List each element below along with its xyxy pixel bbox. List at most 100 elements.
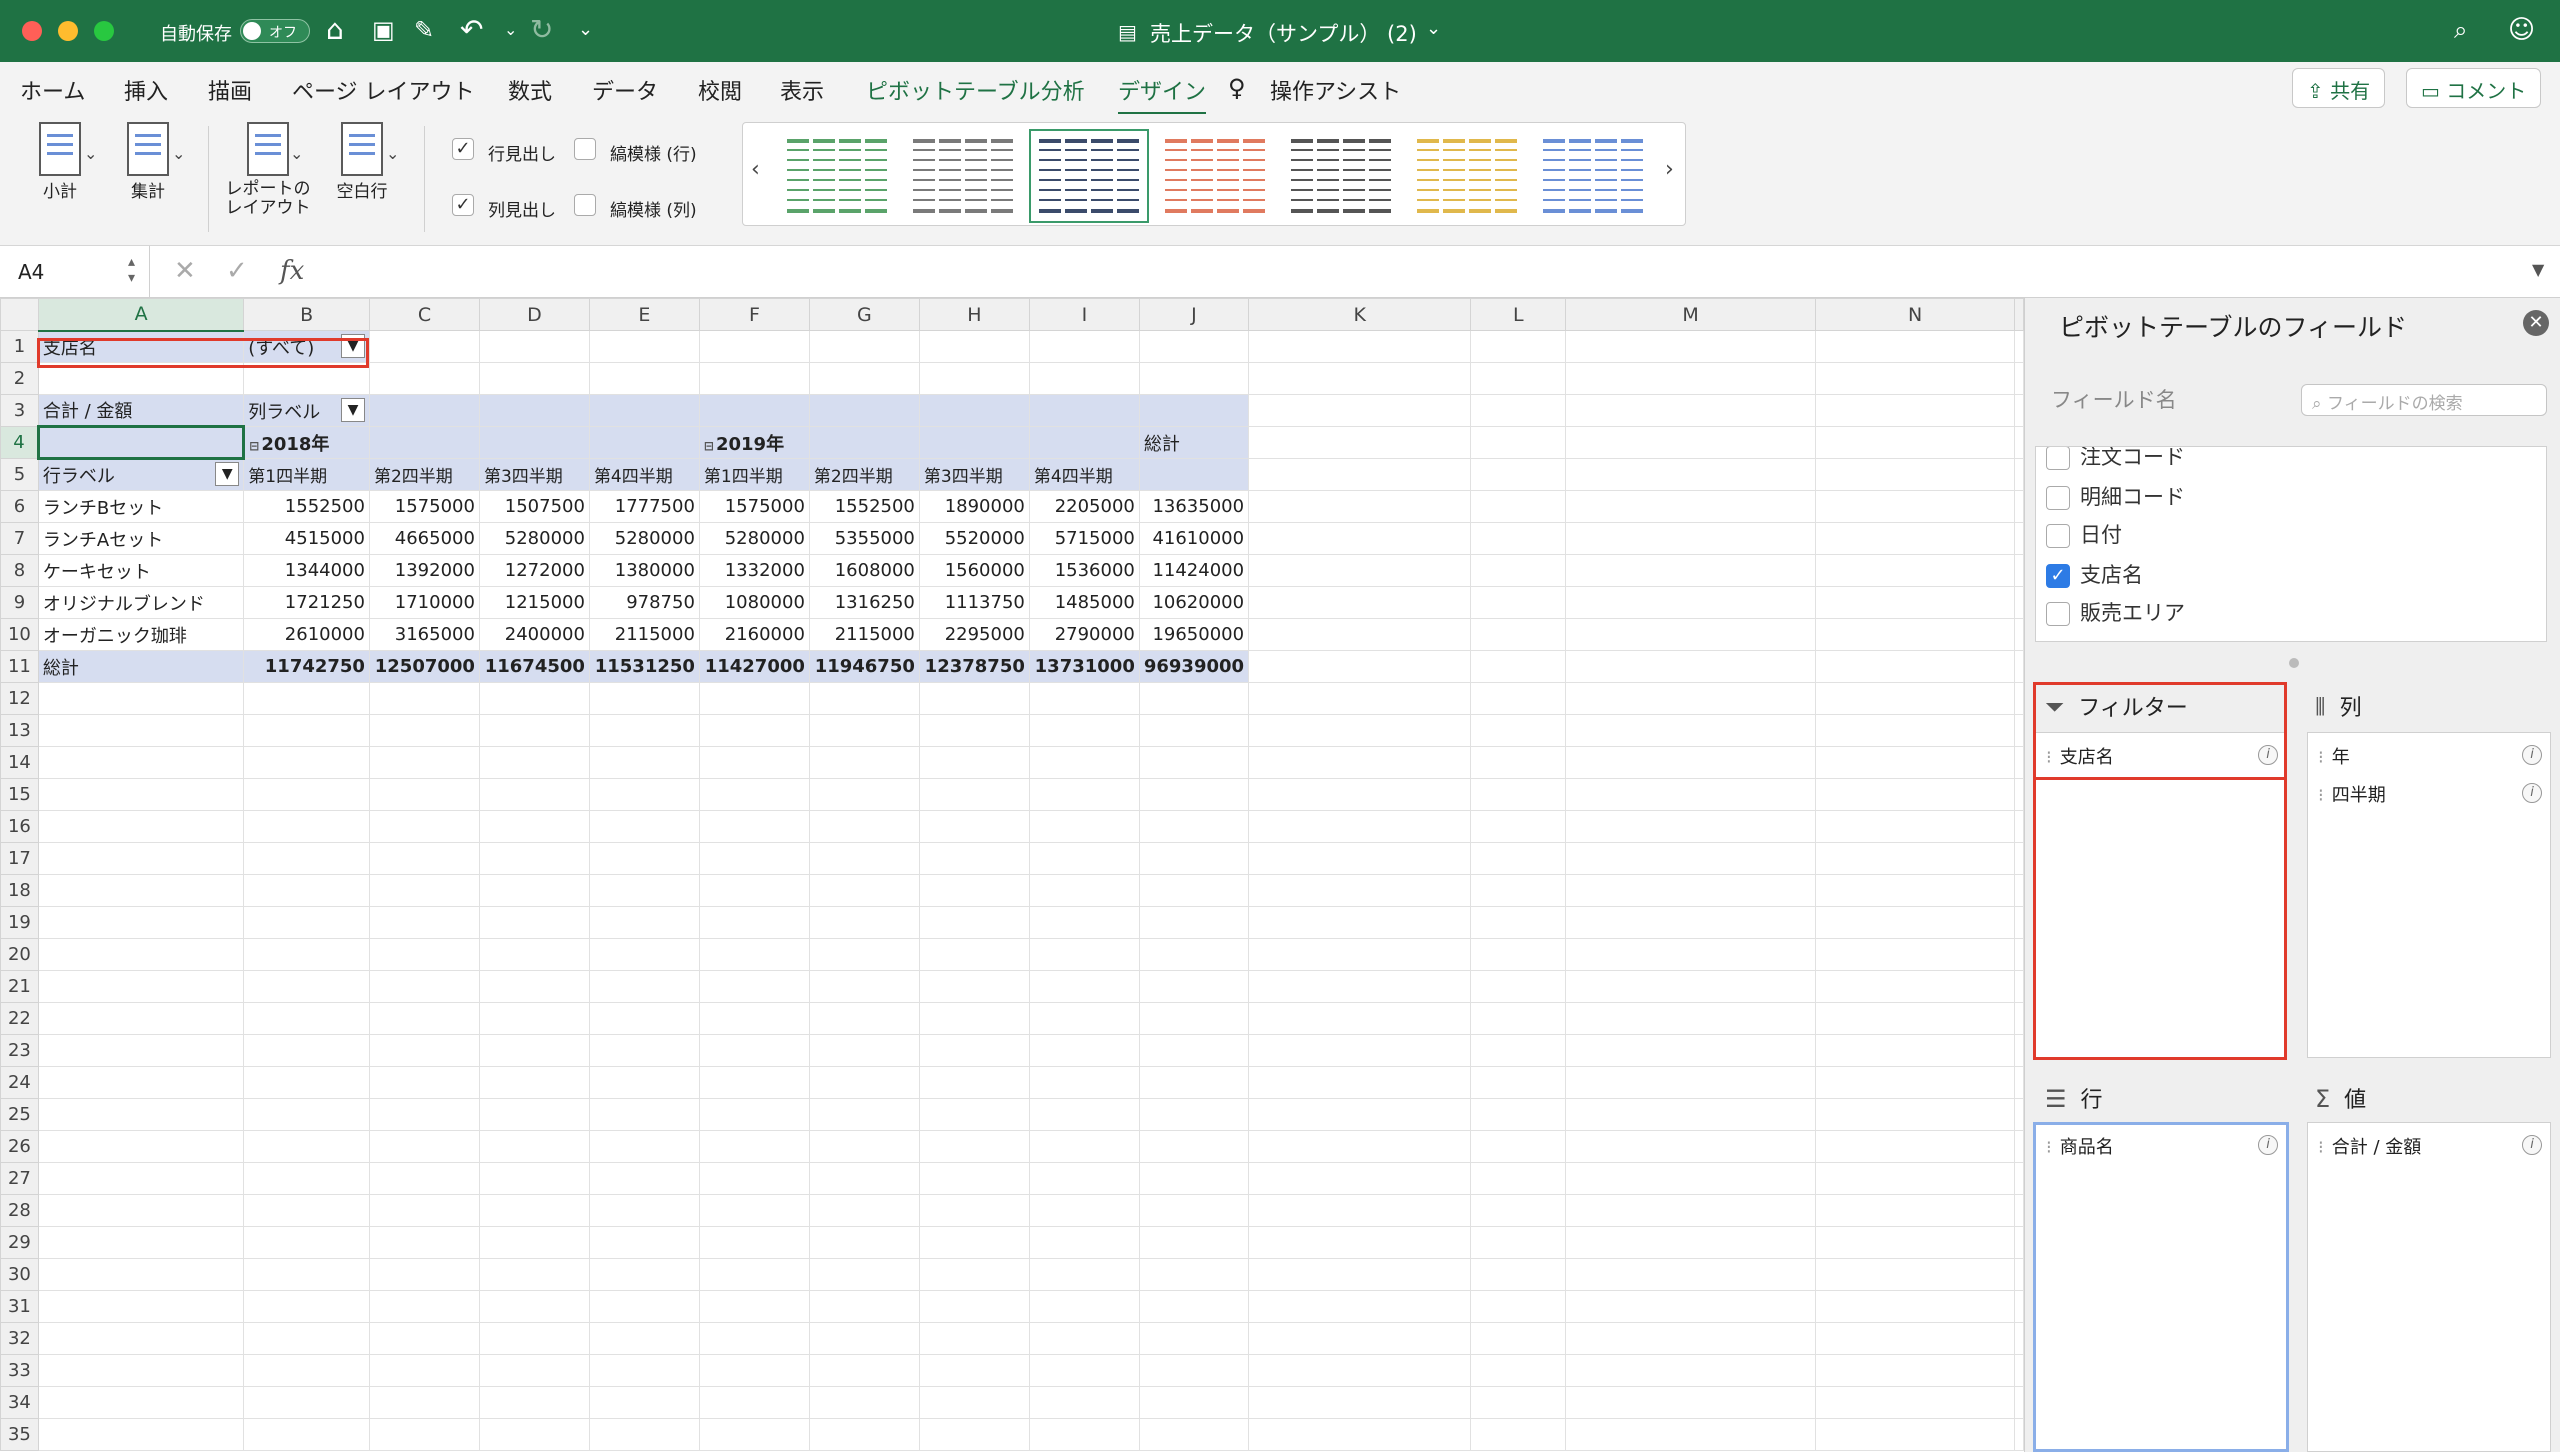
cell[interactable]: [37, 1290, 245, 1323]
cell[interactable]: [2014, 778, 2024, 811]
value-cell[interactable]: 1113750: [918, 586, 1030, 619]
value-cell[interactable]: 11424000: [1138, 554, 1250, 587]
cell[interactable]: [588, 394, 700, 427]
cell[interactable]: [808, 1354, 920, 1387]
total-value-cell[interactable]: 11742750: [243, 650, 370, 683]
cell[interactable]: [1138, 394, 1250, 427]
cell[interactable]: [918, 682, 1030, 715]
row-header[interactable]: 21: [0, 970, 39, 1003]
collapse-icon[interactable]: ⊟: [704, 439, 714, 453]
value-cell[interactable]: 13635000: [1138, 490, 1250, 523]
cell[interactable]: [243, 1418, 370, 1451]
row-header[interactable]: 12: [0, 682, 39, 715]
field-item[interactable]: 明細コード: [2046, 481, 2185, 511]
value-field-item[interactable]: ⁝ 合計 / 金額: [2318, 1133, 2421, 1159]
cell[interactable]: [1028, 1290, 1140, 1323]
field-item[interactable]: 販売エリア: [2046, 597, 2185, 627]
column-header[interactable]: K: [1248, 298, 1472, 331]
row-header[interactable]: 23: [0, 1034, 39, 1067]
cell[interactable]: [918, 1258, 1030, 1291]
cell[interactable]: [1248, 1354, 1472, 1387]
cell[interactable]: [698, 746, 810, 779]
row-header[interactable]: 7: [0, 522, 39, 555]
cell[interactable]: [368, 1226, 480, 1259]
column-header[interactable]: [2014, 298, 2024, 331]
value-cell[interactable]: 1608000: [808, 554, 920, 587]
cell[interactable]: [1470, 1098, 1567, 1131]
row-header[interactable]: 13: [0, 714, 39, 747]
cell[interactable]: [1470, 490, 1567, 523]
column-header[interactable]: N: [1815, 298, 2015, 331]
cell[interactable]: [808, 778, 920, 811]
total-value-cell[interactable]: 11427000: [698, 650, 810, 683]
autosave-toggle[interactable]: オフ: [240, 19, 310, 43]
cell[interactable]: [1138, 330, 1250, 363]
cell[interactable]: [1470, 746, 1567, 779]
cell[interactable]: [588, 1354, 700, 1387]
cell[interactable]: [1470, 1418, 1567, 1451]
column-header[interactable]: F: [698, 298, 810, 331]
cell[interactable]: [478, 1418, 590, 1451]
cell[interactable]: [918, 1034, 1030, 1067]
cell[interactable]: [2014, 618, 2024, 651]
field-item[interactable]: 注文コード: [2046, 447, 2185, 471]
cell[interactable]: [698, 362, 810, 395]
cell[interactable]: [2014, 1034, 2024, 1067]
cell[interactable]: [478, 842, 590, 875]
cell[interactable]: [243, 714, 370, 747]
value-cell[interactable]: 1507500: [478, 490, 590, 523]
cell[interactable]: [1815, 778, 2015, 811]
cell[interactable]: [368, 1322, 480, 1355]
cell[interactable]: [1565, 1002, 1817, 1035]
cell[interactable]: [1248, 714, 1472, 747]
cell[interactable]: [698, 1322, 810, 1355]
cell[interactable]: [368, 1290, 480, 1323]
cell[interactable]: [1248, 1322, 1472, 1355]
cell[interactable]: [1028, 1418, 1140, 1451]
cell[interactable]: [918, 970, 1030, 1003]
cell[interactable]: [37, 1418, 245, 1451]
cell[interactable]: [1138, 682, 1250, 715]
cell[interactable]: [1248, 650, 1472, 683]
cell[interactable]: [478, 1066, 590, 1099]
cell[interactable]: [2014, 650, 2024, 683]
total-value-cell[interactable]: 96939000: [1138, 650, 1250, 683]
cell[interactable]: [1815, 1418, 2015, 1451]
value-cell[interactable]: 1777500: [588, 490, 700, 523]
info-icon[interactable]: i: [2522, 783, 2542, 803]
value-cell[interactable]: 2400000: [478, 618, 590, 651]
pivot-style-thumb[interactable]: [1537, 133, 1649, 219]
value-cell[interactable]: 1392000: [368, 554, 480, 587]
grand-total-label-cell[interactable]: 総計: [37, 650, 245, 683]
cell[interactable]: [1815, 906, 2015, 939]
cell[interactable]: [2014, 554, 2024, 587]
cell[interactable]: [37, 1386, 245, 1419]
column-header[interactable]: L: [1470, 298, 1567, 331]
cell[interactable]: [698, 778, 810, 811]
cell[interactable]: [2014, 458, 2024, 491]
cell[interactable]: [1815, 522, 2015, 555]
cell[interactable]: [37, 938, 245, 971]
cell[interactable]: [1248, 1418, 1472, 1451]
cell[interactable]: [1470, 1162, 1567, 1195]
row-header[interactable]: 11: [0, 650, 39, 683]
pivot-style-thumb-selected[interactable]: [1029, 129, 1149, 223]
value-cell[interactable]: 1380000: [588, 554, 700, 587]
cell[interactable]: [1138, 1418, 1250, 1451]
name-box[interactable]: A4 ▴ ▾: [0, 246, 150, 298]
cell[interactable]: [808, 810, 920, 843]
cell[interactable]: [1248, 394, 1472, 427]
info-icon[interactable]: i: [2522, 745, 2542, 765]
cell[interactable]: [1470, 362, 1567, 395]
cell[interactable]: [918, 1290, 1030, 1323]
column-header[interactable]: A: [37, 298, 245, 332]
cell[interactable]: [1565, 1098, 1817, 1131]
column-header[interactable]: M: [1565, 298, 1817, 331]
cell[interactable]: [808, 1098, 920, 1131]
cell[interactable]: [243, 746, 370, 779]
product-name-cell[interactable]: ランチBセット: [37, 490, 245, 523]
cell[interactable]: [808, 1386, 920, 1419]
cell[interactable]: [1248, 618, 1472, 651]
col-headers-checkbox[interactable]: ✓: [452, 194, 474, 216]
cell[interactable]: [368, 1354, 480, 1387]
